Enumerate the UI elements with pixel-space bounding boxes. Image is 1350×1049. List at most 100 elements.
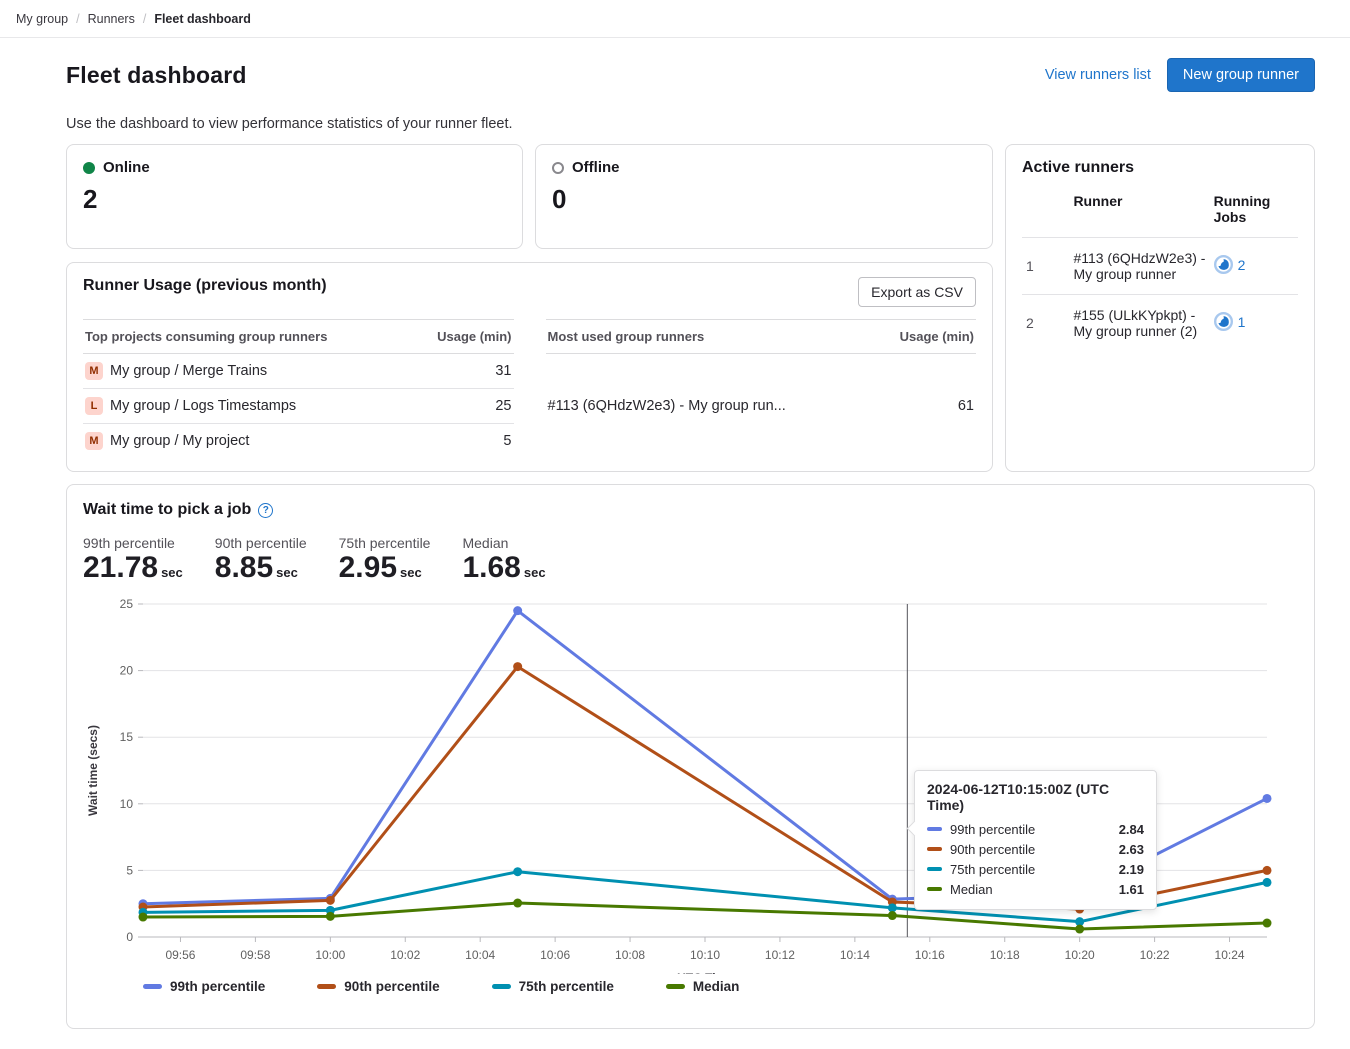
- project-name: My group / Logs Timestamps: [110, 398, 296, 414]
- export-csv-button[interactable]: Export as CSV: [858, 277, 976, 307]
- legend-item-median[interactable]: Median: [666, 979, 740, 994]
- series-swatch-90th: [927, 847, 942, 851]
- svg-text:10:14: 10:14: [840, 948, 870, 962]
- stat-99th-percentile: 99th percentile 21.78sec: [83, 535, 183, 584]
- running-jobs-link[interactable]: 2: [1214, 255, 1246, 274]
- stat-value: 21.78: [83, 551, 158, 584]
- project-name: My group / Merge Trains: [110, 363, 267, 379]
- running-jobs-count: 1: [1238, 314, 1246, 330]
- breadcrumb-separator: /: [76, 12, 79, 26]
- stat-value: 8.85: [215, 551, 273, 584]
- tooltip-series-label: 90th percentile: [950, 842, 1035, 857]
- stat-label: 99th percentile: [83, 535, 183, 551]
- wait-time-card: Wait time to pick a job ? 99th percentil…: [66, 484, 1315, 1029]
- tooltip-row: 99th percentile 2.84: [927, 819, 1144, 839]
- offline-count: 0: [552, 184, 976, 215]
- col-top-projects: Top projects consuming group runners: [83, 320, 424, 354]
- runner-rank: 1: [1022, 238, 1069, 295]
- runner-name-link[interactable]: #113 (6QHdzW2e3) - My group runner: [1069, 238, 1209, 295]
- svg-text:25: 25: [120, 597, 134, 611]
- svg-text:10: 10: [120, 797, 134, 811]
- breadcrumb-my-group[interactable]: My group: [16, 12, 68, 26]
- series-swatch-median: [927, 887, 942, 891]
- tooltip-series-label: Median: [950, 882, 993, 897]
- breadcrumb: My group / Runners / Fleet dashboard: [16, 12, 251, 26]
- status-running-icon: [1214, 255, 1233, 274]
- tooltip-timestamp: 2024-06-12T10:15:00Z (UTC Time): [927, 781, 1144, 819]
- stat-value: 2.95: [339, 551, 397, 584]
- chart-legend: 99th percentile 90th percentile 75th per…: [83, 979, 1298, 994]
- col-usage-min: Usage (min): [424, 320, 514, 354]
- stat-unit: sec: [524, 565, 546, 580]
- stat-label: 75th percentile: [339, 535, 431, 551]
- svg-text:10:18: 10:18: [990, 948, 1020, 962]
- tooltip-row: Median 1.61: [927, 879, 1144, 899]
- legend-item-90th[interactable]: 90th percentile: [317, 979, 439, 994]
- legend-label: Median: [693, 979, 740, 994]
- project-usage: 25: [424, 389, 514, 424]
- tooltip-series-value: 1.61: [1119, 882, 1144, 897]
- new-group-runner-button[interactable]: New group runner: [1167, 58, 1315, 92]
- running-jobs-link[interactable]: 1: [1214, 312, 1246, 331]
- view-runners-list-link[interactable]: View runners list: [1045, 67, 1151, 83]
- breadcrumb-separator: /: [143, 12, 146, 26]
- project-name: My group / My project: [110, 433, 249, 449]
- svg-text:Wait time (secs): Wait time (secs): [86, 725, 100, 816]
- table-row: 1 #113 (6QHdzW2e3) - My group runner 2: [1022, 238, 1298, 295]
- table-row: L My group / Logs Timestamps 25: [83, 389, 514, 424]
- tooltip-series-label: 99th percentile: [950, 822, 1035, 837]
- tooltip-series-label: 75th percentile: [950, 862, 1035, 877]
- tooltip-row: 75th percentile 2.19: [927, 859, 1144, 879]
- online-card: Online 2: [66, 144, 523, 249]
- stat-unit: sec: [161, 565, 183, 580]
- svg-text:UTC Time: UTC Time: [677, 971, 733, 974]
- active-runners-title: Active runners: [1022, 159, 1298, 177]
- svg-text:5: 5: [126, 863, 133, 877]
- stat-label: 90th percentile: [215, 535, 307, 551]
- svg-text:10:10: 10:10: [690, 948, 720, 962]
- wait-time-chart[interactable]: 051015202509:5609:5810:0010:0210:0410:06…: [83, 592, 1298, 977]
- page-title: Fleet dashboard: [66, 62, 247, 89]
- svg-text:10:24: 10:24: [1215, 948, 1245, 962]
- legend-swatch-median: [666, 984, 685, 989]
- runner-rank: 2: [1022, 295, 1069, 352]
- legend-label: 90th percentile: [344, 979, 439, 994]
- legend-item-75th[interactable]: 75th percentile: [492, 979, 614, 994]
- svg-text:10:04: 10:04: [465, 948, 495, 962]
- svg-text:09:58: 09:58: [240, 948, 270, 962]
- svg-text:10:08: 10:08: [615, 948, 645, 962]
- svg-text:10:12: 10:12: [765, 948, 795, 962]
- legend-item-99th[interactable]: 99th percentile: [143, 979, 265, 994]
- offline-status-icon: [552, 162, 564, 174]
- legend-swatch-99th: [143, 984, 162, 989]
- svg-text:10:22: 10:22: [1140, 948, 1170, 962]
- series-swatch-99th: [927, 827, 942, 831]
- project-usage: 31: [424, 354, 514, 389]
- svg-text:10:06: 10:06: [540, 948, 570, 962]
- project-avatar: L: [85, 397, 103, 415]
- online-count: 2: [83, 184, 506, 215]
- online-status-icon: [83, 162, 95, 174]
- breadcrumb-runners[interactable]: Runners: [88, 12, 135, 26]
- status-running-icon: [1214, 312, 1233, 331]
- active-runners-card: Active runners Runner Running Jobs 1 #11…: [1005, 144, 1315, 472]
- legend-swatch-75th: [492, 984, 511, 989]
- col-runner: Runner: [1069, 183, 1209, 238]
- svg-text:10:02: 10:02: [390, 948, 420, 962]
- tooltip-row: 90th percentile 2.63: [927, 839, 1144, 859]
- project-usage: 5: [424, 424, 514, 459]
- tooltip-series-value: 2.19: [1119, 862, 1144, 877]
- stat-value: 1.68: [462, 551, 520, 584]
- runner-name: #113 (6QHdzW2e3) - My group run...: [546, 354, 887, 459]
- runner-usage-card: Runner Usage (previous month) Export as …: [66, 262, 993, 472]
- runner-name-link[interactable]: #155 (ULkKYpkpt) - My group runner (2): [1069, 295, 1209, 352]
- page-description: Use the dashboard to view performance st…: [66, 116, 1315, 132]
- table-row: #113 (6QHdzW2e3) - My group run... 61: [546, 354, 977, 459]
- stat-unit: sec: [276, 565, 298, 580]
- most-used-runners-table: Most used group runners Usage (min) #113…: [546, 319, 977, 458]
- help-icon[interactable]: ?: [258, 503, 273, 518]
- runner-usage-title: Runner Usage (previous month): [83, 277, 327, 295]
- svg-text:10:00: 10:00: [315, 948, 345, 962]
- online-label: Online: [103, 159, 150, 176]
- breadcrumb-bar: My group / Runners / Fleet dashboard: [0, 0, 1350, 38]
